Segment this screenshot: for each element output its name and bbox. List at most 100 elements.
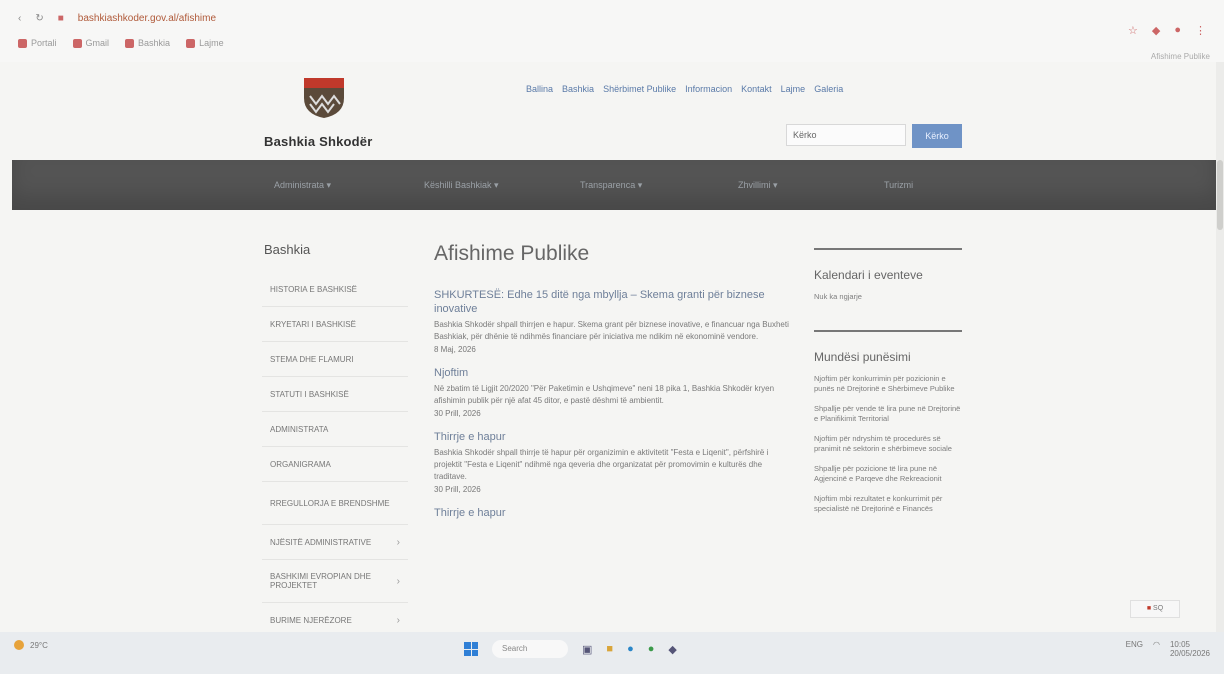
main-nav-item[interactable]: Zhvillimi ▾ — [738, 180, 778, 191]
taskbar: 29°C Search ▣ ■ ● ● ◆ ENG ◠ 10:05 20/05/2… — [0, 632, 1224, 674]
top-link[interactable]: Ballina — [526, 84, 553, 94]
bookmark-item[interactable]: Gmail — [72, 38, 109, 48]
main-content: Afishime Publike SHKURTESË: Edhe 15 ditë… — [424, 242, 794, 520]
extension-icon[interactable]: ◆ — [1152, 24, 1160, 37]
job-link[interactable]: Njoftim për ndryshim të procedurës së pr… — [814, 434, 962, 454]
post-title[interactable]: Thirrje e hapur — [434, 430, 794, 444]
sidebar-item[interactable]: ORGANIGRAMA — [262, 447, 408, 482]
task-view-icon[interactable]: ▣ — [582, 643, 592, 656]
chevron-right-icon: › — [396, 575, 400, 587]
sidebar-item[interactable]: ADMINISTRATA — [262, 412, 408, 447]
reload-icon[interactable]: ↻ — [35, 13, 43, 24]
post: Thirrje e hapur Bashkia Shkodër shpall t… — [434, 430, 794, 494]
job-link[interactable]: Njoftim mbi rezultatet e konkurrimit për… — [814, 494, 962, 514]
top-link[interactable]: Bashkia — [562, 84, 594, 94]
main-navigation: Administrata ▾ Këshilli Bashkiak ▾ Trans… — [12, 160, 1216, 210]
calendar-text: Nuk ka ngjarje — [814, 292, 862, 301]
clock[interactable]: 10:05 20/05/2026 — [1170, 640, 1210, 658]
chevron-right-icon: › — [396, 536, 400, 548]
store-icon[interactable]: ◆ — [668, 643, 676, 656]
post-title[interactable]: Thirrje e hapur — [434, 506, 794, 520]
sidebar-item[interactable]: NJËSITË ADMINISTRATIVE › — [262, 525, 408, 560]
chevron-right-icon: › — [396, 614, 400, 626]
browser-actions: ☆ ◆ ● ⋮ — [1128, 24, 1206, 37]
top-link[interactable]: Galeria — [814, 84, 843, 94]
job-link[interactable]: Shpallje për vende të lira pune në Drejt… — [814, 404, 962, 424]
search-input[interactable]: Kërko — [786, 124, 906, 146]
star-icon[interactable]: ☆ — [1128, 24, 1138, 37]
taskbar-search[interactable]: Search — [492, 640, 568, 658]
bookmark-item[interactable]: Portali — [18, 38, 57, 48]
top-link[interactable]: Lajme — [781, 84, 806, 94]
top-link[interactable]: Kontakt — [741, 84, 772, 94]
post-body: Bashkia Shkodër shpall thirrje të hapur … — [434, 448, 769, 481]
language-switch[interactable]: ■ SQ — [1130, 600, 1180, 618]
browser-chrome: ‹ ↻ ■ bashkiashkoder.gov.al/afishime Por… — [0, 0, 1224, 62]
post-body: Bashkia Shkodër shpall thirrjen e hapur.… — [434, 320, 789, 341]
top-links: Ballina Bashkia Shërbimet Publike Inform… — [526, 84, 843, 94]
search-button[interactable]: Kërko — [912, 124, 962, 148]
sun-icon — [14, 640, 24, 650]
post-body: Në zbatim të Ligjit 20/2020 "Për Paketim… — [434, 384, 775, 405]
edge-icon[interactable]: ● — [627, 643, 634, 655]
main-nav-item[interactable]: Administrata ▾ — [274, 180, 331, 191]
sidebar-item[interactable]: RREGULLORJA E BRENDSHME — [262, 482, 408, 525]
bookmark-item[interactable]: Lajme — [186, 38, 224, 48]
main-nav-item[interactable]: Transparenca ▾ — [580, 180, 642, 191]
tab-title[interactable]: Afishime Publike — [1151, 52, 1210, 61]
page-title: Afishime Publike — [434, 242, 590, 265]
post-date: 30 Prill, 2026 — [434, 485, 481, 494]
sidebar-item[interactable]: HISTORIA E BASHKISË — [262, 272, 408, 307]
calendar-title: Kalendari i eventeve — [814, 268, 923, 282]
wifi-icon[interactable]: ◠ — [1153, 640, 1160, 658]
post-date: 30 Prill, 2026 — [434, 409, 481, 418]
taskbar-apps: Search ▣ ■ ● ● ◆ — [464, 640, 677, 658]
bookmark-icon — [72, 38, 82, 48]
tray-language[interactable]: ENG — [1126, 640, 1143, 658]
address-bar[interactable]: bashkiashkoder.gov.al/afishime — [78, 13, 216, 24]
post: Njoftim Në zbatim të Ligjit 20/2020 "Për… — [434, 366, 794, 418]
site-name[interactable]: Bashkia Shkodër — [264, 134, 373, 149]
main-nav-item[interactable]: Këshilli Bashkiak ▾ — [424, 180, 499, 191]
web-page: Bashkia Shkodër Ballina Bashkia Shërbime… — [0, 62, 1216, 638]
divider — [814, 330, 962, 332]
divider — [814, 248, 962, 250]
browser-toolbar: ‹ ↻ ■ bashkiashkoder.gov.al/afishime — [18, 10, 216, 26]
top-link[interactable]: Informacion — [685, 84, 732, 94]
sidebar-item[interactable]: BASHKIMI EVROPIAN DHE PROJEKTET › — [262, 560, 408, 603]
bookmark-item[interactable]: Bashkia — [125, 38, 170, 48]
municipality-logo — [304, 78, 344, 118]
post: SHKURTESË: Edhe 15 ditë nga mbyllja – Sk… — [434, 288, 794, 354]
top-link[interactable]: Shërbimet Publike — [603, 84, 676, 94]
job-link[interactable]: Njoftim për konkurrimin për pozicionin e… — [814, 374, 962, 394]
profile-icon[interactable]: ● — [1174, 24, 1181, 37]
bookmark-icon — [18, 38, 27, 48]
favicon-icon: ■ — [57, 12, 64, 24]
jobs-title: Mundësi punësimi — [814, 350, 911, 364]
flag-icon: ■ — [1146, 605, 1152, 612]
right-column: Kalendari i eventeve Nuk ka ngjarje Mund… — [814, 248, 962, 524]
menu-icon[interactable]: ⋮ — [1195, 24, 1206, 37]
sidebar-menu: HISTORIA E BASHKISË KRYETARI I BASHKISË … — [262, 272, 408, 638]
job-link[interactable]: Shpallje për pozicione të lira pune në A… — [814, 464, 962, 484]
post-title[interactable]: Njoftim — [434, 366, 794, 380]
weather-widget[interactable]: 29°C — [14, 640, 48, 650]
sidebar-title: Bashkia — [264, 242, 311, 257]
sidebar-item[interactable]: STATUTI I BASHKISË — [262, 377, 408, 412]
post-title[interactable]: SHKURTESË: Edhe 15 ditë nga mbyllja – Sk… — [434, 288, 794, 316]
sidebar-item[interactable]: STEMA DHE FLAMURI — [262, 342, 408, 377]
scrollbar-thumb[interactable] — [1217, 160, 1223, 230]
windows-start-icon[interactable] — [464, 642, 478, 656]
chrome-icon[interactable]: ● — [648, 643, 655, 655]
folder-icon[interactable]: ■ — [606, 643, 613, 655]
bookmark-icon — [186, 38, 196, 48]
post: Thirrje e hapur — [434, 506, 794, 520]
system-tray: ENG ◠ 10:05 20/05/2026 — [1126, 640, 1210, 658]
bookmarks-bar: Portali Gmail Bashkia Lajme — [18, 36, 224, 50]
back-icon[interactable]: ‹ — [18, 13, 21, 24]
post-date: 8 Maj, 2026 — [434, 345, 476, 354]
sidebar-item[interactable]: KRYETARI I BASHKISË — [262, 307, 408, 342]
scrollbar[interactable] — [1216, 62, 1224, 632]
bookmark-icon — [125, 38, 135, 48]
main-nav-item[interactable]: Turizmi — [884, 180, 913, 190]
